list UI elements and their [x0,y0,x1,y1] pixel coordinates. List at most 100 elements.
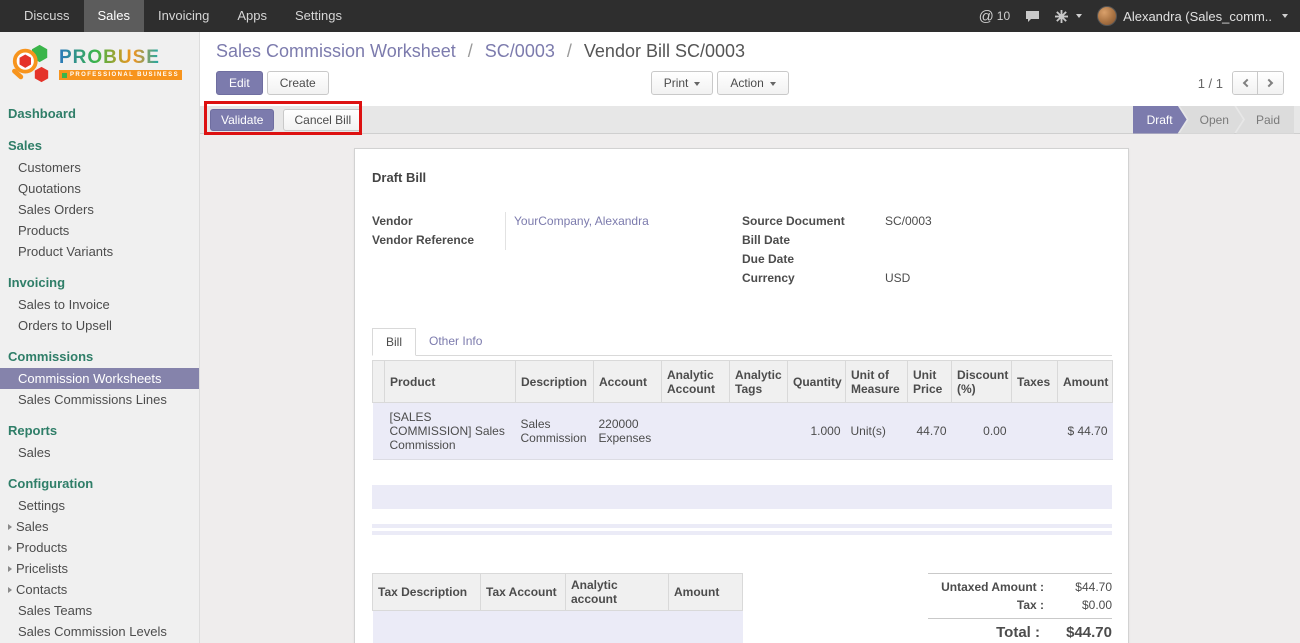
sidebar-item-products[interactable]: Products [0,220,199,241]
cell-amount: $ 44.70 [1058,403,1113,460]
form-area: Draft Bill Vendor YourCompany, Alexandra… [200,134,1300,643]
form-statusbar: Validate Cancel Bill Draft Open Paid [200,106,1300,134]
column-account: Account [594,361,662,403]
totals-block: Untaxed Amount : $44.70 Tax : $0.00 Tota… [928,573,1112,643]
sidebar-item-sales-orders[interactable]: Sales Orders [0,199,199,220]
breadcrumb-worksheets-link[interactable]: Sales Commission Worksheet [216,41,456,61]
cancel-bill-button[interactable]: Cancel Bill [283,109,362,131]
table-row[interactable]: [SALES COMMISSION] Sales Commission Sale… [373,403,1113,460]
handle-column [373,361,385,403]
form-sheet: Draft Bill Vendor YourCompany, Alexandra… [354,148,1129,643]
sidebar-item-sales-teams[interactable]: Sales Teams [0,600,199,621]
sidebar-item-sales-to-invoice[interactable]: Sales to Invoice [0,294,199,315]
column-unit-of-measure: Unit of Measure [846,361,908,403]
logo-subtitle-text: PROFESSIONAL BUSINESS [70,72,179,78]
caret-down-icon [1076,14,1082,18]
create-button[interactable]: Create [267,71,329,95]
column-unit-price: Unit Price [908,361,952,403]
tab-bill[interactable]: Bill [372,328,416,356]
user-menu[interactable]: Alexandra (Sales_comm.. [1097,6,1288,26]
inbox-count: 10 [997,9,1010,23]
status-pipeline: Draft Open Paid [1133,106,1294,134]
debug-icon[interactable] [1055,10,1082,23]
breadcrumb: Sales Commission Worksheet / SC/0003 / V… [216,41,745,62]
topbar: Discuss Sales Invoicing Apps Settings @ … [0,0,1300,32]
vendor-reference-label: Vendor Reference [372,231,505,250]
validate-button[interactable]: Validate [210,109,274,131]
vendor-label: Vendor [372,212,505,231]
sidebar-section-configuration[interactable]: Configuration [0,472,199,495]
empty-cell [481,611,566,643]
field-group-left: Vendor YourCompany, Alexandra Vendor Ref… [372,212,742,288]
sidebar-item-config-contacts[interactable]: Contacts [0,579,199,600]
pager-value: 1 / 1 [1198,76,1223,91]
print-button[interactable]: Print [651,71,714,95]
tab-other-info[interactable]: Other Info [416,328,495,356]
sidebar-item-quotations[interactable]: Quotations [0,178,199,199]
edit-button[interactable]: Edit [216,71,263,95]
status-step-draft[interactable]: Draft [1133,106,1187,134]
sidebar-item-commission-worksheets[interactable]: Commission Worksheets [0,368,199,389]
vendor-reference-value [505,231,742,250]
status-step-paid[interactable]: Paid [1236,106,1294,134]
form-title: Draft Bill [372,170,1112,185]
logo-text: PROBUSE PROFESSIONAL BUSINESS [59,48,182,80]
menu-sales[interactable]: Sales [84,0,145,32]
sidebar-item-label: Pricelists [16,561,68,576]
chevron-left-icon [1242,79,1250,87]
field-groups: Vendor YourCompany, Alexandra Vendor Ref… [372,212,1112,288]
cell-description: Sales Commission [516,403,594,460]
main: PROBUSE PROFESSIONAL BUSINESS Dashboard … [0,32,1300,643]
action-button[interactable]: Action [717,71,788,95]
sidebar-item-orders-to-upsell[interactable]: Orders to Upsell [0,315,199,336]
sidebar-item-sales-commissions-lines[interactable]: Sales Commissions Lines [0,389,199,410]
sidebar-section-reports[interactable]: Reports [0,419,199,442]
sidebar-item-reports-sales[interactable]: Sales [0,442,199,463]
empty-row-stripe [372,524,1112,528]
untaxed-amount-label: Untaxed Amount : [928,580,1054,594]
breadcrumb-sc0003-link[interactable]: SC/0003 [485,41,555,61]
expand-caret-icon [8,545,12,551]
probuse-logo[interactable]: PROBUSE PROFESSIONAL BUSINESS [0,32,199,90]
pager-previous-button[interactable] [1233,72,1258,94]
sidebar-item-config-pricelists[interactable]: Pricelists [0,558,199,579]
sidebar-item-config-sales[interactable]: Sales [0,516,199,537]
menu-invoicing[interactable]: Invoicing [144,0,223,32]
source-document-value: SC/0003 [885,212,932,231]
sidebar-item-config-settings[interactable]: Settings [0,495,199,516]
menu-apps[interactable]: Apps [223,0,281,32]
expand-caret-icon [8,587,12,593]
sidebar-item-customers[interactable]: Customers [0,157,199,178]
caret-down-icon [1282,14,1288,18]
logo-strip-square [62,73,67,78]
sidebar-section-invoicing[interactable]: Invoicing [0,271,199,294]
cell-discount: 0.00 [952,403,1012,460]
control-panel: Sales Commission Worksheet / SC/0003 / V… [200,32,1300,106]
action-label: Action [730,76,763,90]
empty-cell [669,611,743,643]
sidebar-item-dashboard[interactable]: Dashboard [0,102,199,125]
menu-discuss[interactable]: Discuss [10,0,84,32]
inbox-counter[interactable]: @ 10 [979,8,1011,25]
cell-product: [SALES COMMISSION] Sales Commission [385,403,516,460]
cell-account: 220000 Expenses [594,403,662,460]
sidebar-section-sales[interactable]: Sales [0,134,199,157]
lower-section: Tax Description Tax Account Analytic acc… [372,573,1112,643]
currency-label: Currency [742,269,885,288]
menu-settings[interactable]: Settings [281,0,356,32]
column-discount: Discount (%) [952,361,1012,403]
vendor-value[interactable]: YourCompany, Alexandra [505,212,742,231]
screen: Discuss Sales Invoicing Apps Settings @ … [0,0,1300,643]
status-step-open[interactable]: Open [1180,106,1243,134]
total-label: Total : [928,624,1050,641]
column-taxes: Taxes [1012,361,1058,403]
sidebar-section-commissions[interactable]: Commissions [0,345,199,368]
tax-lines-table: Tax Description Tax Account Analytic acc… [372,573,743,643]
chat-bubble-icon[interactable] [1025,10,1040,23]
sidebar-item-config-products[interactable]: Products [0,537,199,558]
caret-down-icon [770,82,776,86]
column-quantity: Quantity [788,361,846,403]
pager-next-button[interactable] [1258,72,1283,94]
sidebar-item-sales-commission-levels[interactable]: Sales Commission Levels [0,621,199,642]
sidebar-item-product-variants[interactable]: Product Variants [0,241,199,262]
